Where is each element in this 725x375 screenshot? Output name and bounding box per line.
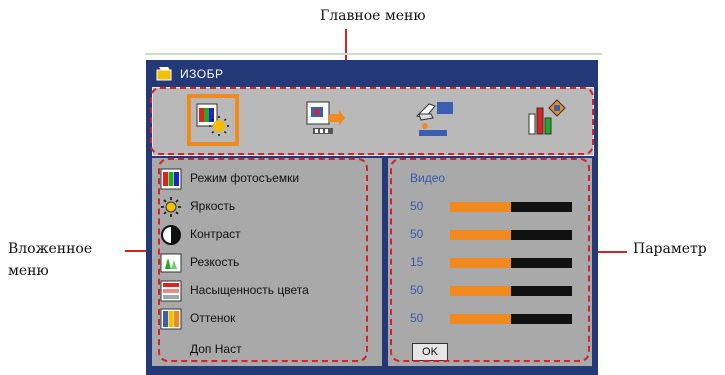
osd-window: ИЗОБР Режим фотосъемки Яркость Контраст … xyxy=(146,60,598,375)
parameter-callout: Параметр xyxy=(633,241,707,257)
separator-line xyxy=(145,53,602,55)
window-title: ИЗОБР xyxy=(180,67,224,81)
submenu-callout: Вложенное меню xyxy=(8,241,93,279)
parameter-highlight xyxy=(390,158,590,362)
submenu-highlight xyxy=(158,158,368,362)
main-menu-highlight xyxy=(150,87,594,155)
main-menu-callout: Главное меню xyxy=(320,8,426,24)
picture-icon xyxy=(156,67,172,81)
